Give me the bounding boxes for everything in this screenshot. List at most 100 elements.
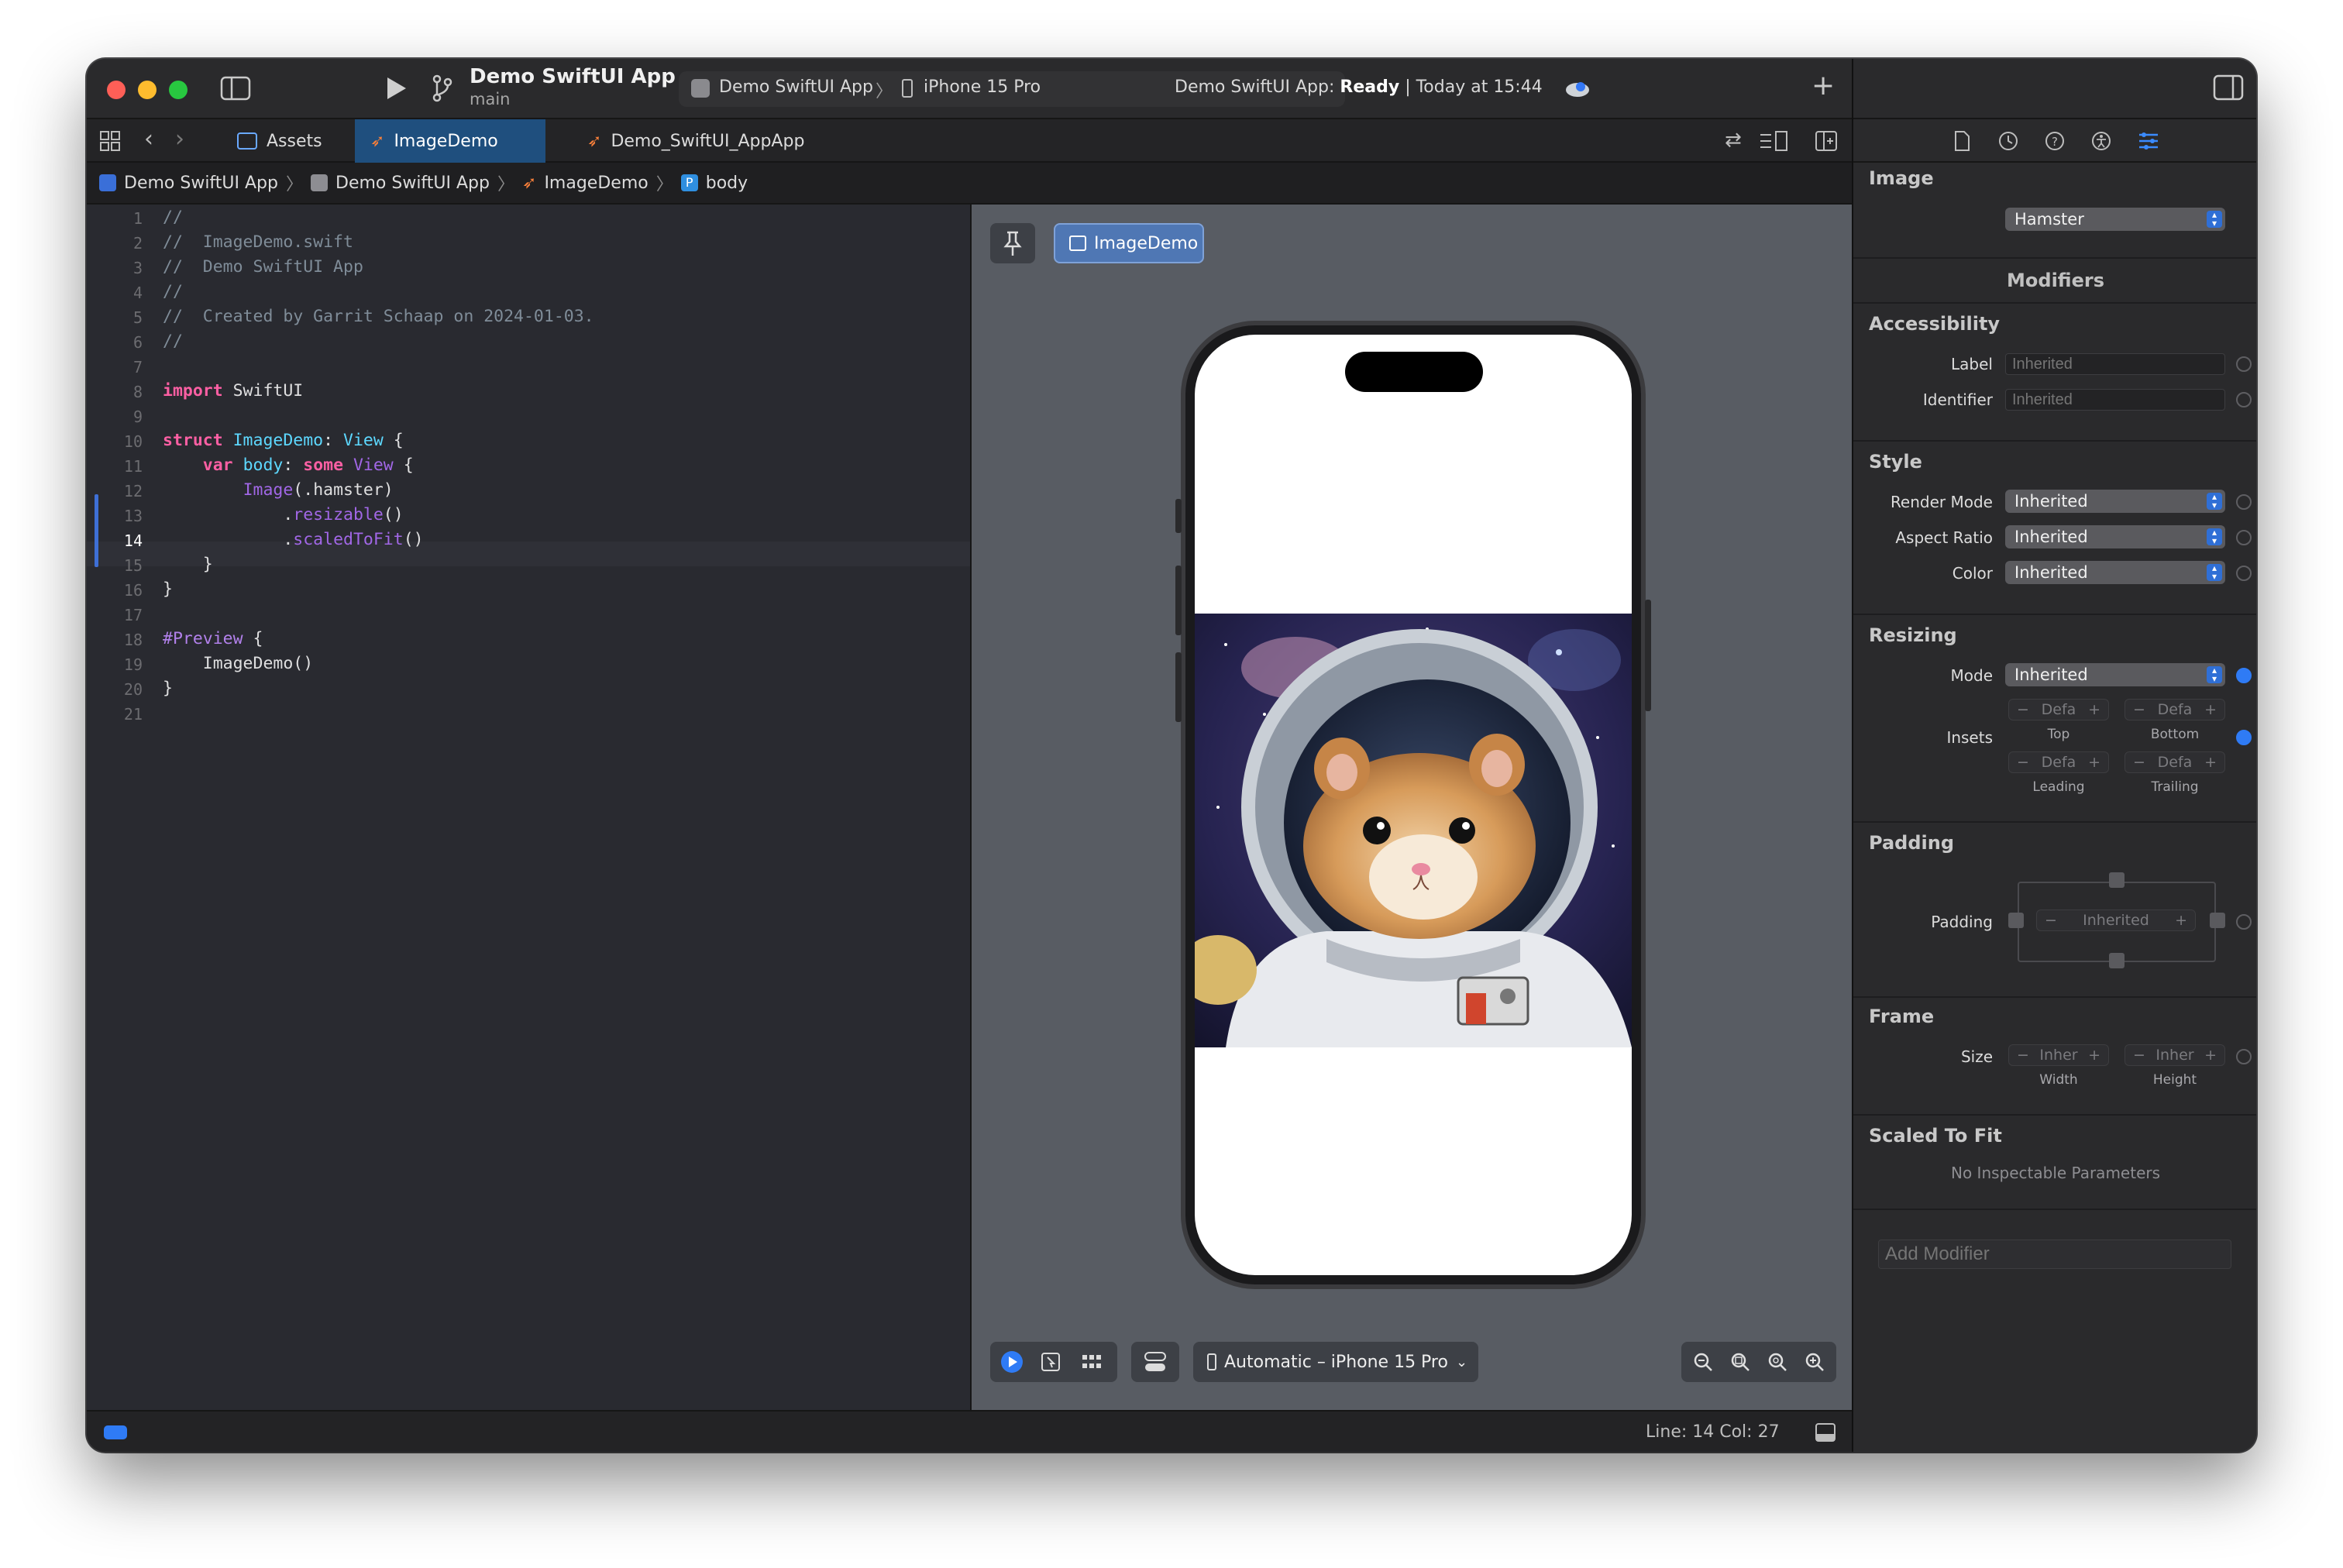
tab-appapp[interactable]: ➶ Demo_SwiftUI_AppApp <box>572 119 820 163</box>
tab-imagedemo-label: ImageDemo <box>394 131 498 151</box>
padding-stepper[interactable]: − Inherited + <box>2036 910 2196 931</box>
reset-padding-dot[interactable] <box>2236 914 2252 930</box>
inset-bottom-stepper[interactable]: − Defa + <box>2125 699 2225 720</box>
breadcrumb-project[interactable]: Demo SwiftUI App <box>124 174 278 193</box>
accessibility-identifier-field[interactable] <box>2005 389 2225 411</box>
padding-leading-toggle[interactable] <box>2008 913 2024 928</box>
accessibility-inspector-icon[interactable] <box>2090 130 2112 152</box>
device-settings-button[interactable] <box>1131 1342 1179 1382</box>
add-modifier-field[interactable] <box>1878 1240 2231 1269</box>
inset-bottom-caption: Bottom <box>2150 727 2200 742</box>
zoom-actual-size-icon[interactable] <box>1767 1351 1788 1373</box>
inset-leading-caption: Leading <box>2032 779 2085 795</box>
back-icon[interactable]: ‹ <box>144 126 153 153</box>
pin-preview-button[interactable] <box>990 223 1035 263</box>
code-line-14: .scaledToFit() <box>283 530 424 549</box>
code-line-11: var body: some View { <box>202 456 414 475</box>
zoom-to-fit-icon[interactable] <box>1729 1351 1751 1373</box>
size-label: Size <box>1960 1047 1993 1066</box>
height-caption: Height <box>2152 1072 2197 1088</box>
line-number: 13 <box>123 507 143 525</box>
inset-top-stepper[interactable]: − Defa + <box>2008 699 2109 720</box>
aspect-ratio-popup[interactable]: Inherited ▴ ▾ <box>2005 525 2225 548</box>
reset-aspect-dot[interactable] <box>2236 530 2252 545</box>
width-caption: Width <box>2039 1072 2078 1088</box>
grid-icon[interactable] <box>99 130 121 152</box>
frame-width-stepper[interactable]: − Inher + <box>2008 1044 2109 1066</box>
tab-assets[interactable]: Assets <box>222 119 338 163</box>
reset-frame-dot[interactable] <box>2236 1049 2252 1064</box>
padding-trailing-toggle[interactable] <box>2210 913 2225 928</box>
run-icon[interactable] <box>381 74 409 102</box>
attributes-inspector: ? Image Hamster ▴ ▾ Modifiers Accessibili… <box>1852 59 2256 1452</box>
reset-identifier-dot[interactable] <box>2236 392 2252 407</box>
selectable-mode-icon[interactable] <box>1040 1351 1061 1373</box>
status-bar: Line: 14 Col: 27 <box>87 1410 1852 1452</box>
breadcrumb-file[interactable]: ImageDemo <box>544 174 648 193</box>
zoom-in-icon[interactable] <box>1804 1351 1825 1373</box>
attributes-inspector-icon[interactable] <box>2137 130 2160 152</box>
close-window-button[interactable] <box>107 81 126 99</box>
build-status: Demo SwiftUI App: Ready | Today at 15:44 <box>1175 77 1543 97</box>
padding-top-toggle[interactable] <box>2109 872 2125 888</box>
padding-label: Padding <box>1931 913 1993 931</box>
zoom-out-icon[interactable] <box>1692 1351 1714 1373</box>
code-line-10: struct ImageDemo: View { <box>163 431 404 450</box>
scheme-selector[interactable]: Demo SwiftUI App <box>719 77 873 97</box>
filter-toggle-icon[interactable] <box>104 1425 127 1439</box>
reset-color-dot[interactable] <box>2236 566 2252 581</box>
render-mode-popup[interactable]: Inherited ▴ ▾ <box>2005 490 2225 513</box>
reset-render-dot[interactable] <box>2236 494 2252 510</box>
resize-mode-popup[interactable]: Inherited ▴ ▾ <box>2005 663 2225 686</box>
minimize-window-button[interactable] <box>138 81 157 99</box>
zoom-window-button[interactable] <box>169 81 188 99</box>
tab-imagedemo[interactable]: ➶ ImageDemo <box>355 119 545 163</box>
breadcrumb-group[interactable]: Demo SwiftUI App <box>335 174 490 193</box>
variants-icon[interactable] <box>1080 1351 1103 1373</box>
popup-arrows-icon: ▴ ▾ <box>2207 210 2222 228</box>
line-number: 16 <box>123 581 143 600</box>
inset-leading-stepper[interactable]: − Defa + <box>2008 751 2109 773</box>
line-number: 21 <box>123 705 143 724</box>
related-items-icon[interactable]: ⇄ <box>1725 129 1742 152</box>
padding-title: Padding <box>1869 832 1954 854</box>
device-menu[interactable]: Automatic – iPhone 15 Pro ⌄ <box>1193 1342 1478 1382</box>
help-inspector-icon[interactable]: ? <box>2044 130 2066 152</box>
color-value: Inherited <box>2014 563 2088 582</box>
line-number: 11 <box>123 457 143 476</box>
accessibility-label-field[interactable] <box>2005 353 2225 375</box>
insets-set-dot[interactable] <box>2236 730 2252 745</box>
cloud-status-icon[interactable] <box>1564 77 1591 99</box>
project-name[interactable]: Demo SwiftUI App <box>470 65 676 88</box>
code-line-16: } <box>163 579 173 599</box>
destination-selector[interactable]: iPhone 15 Pro <box>924 77 1041 97</box>
preview-canvas: ImageDemo Automatic – iPhone 15 Pro ⌄ <box>970 205 1852 1410</box>
inset-trailing-stepper[interactable]: − Defa + <box>2125 751 2225 773</box>
live-preview-icon[interactable] <box>1001 1351 1023 1373</box>
padding-bottom-toggle[interactable] <box>2109 953 2125 968</box>
image-name-popup[interactable]: Hamster ▴ ▾ <box>2005 208 2225 231</box>
inspector-toggle-icon[interactable] <box>2213 74 2244 101</box>
line-number: 10 <box>123 432 143 451</box>
file-inspector-icon[interactable] <box>1952 130 1971 152</box>
color-popup[interactable]: Inherited ▴ ▾ <box>2005 561 2225 584</box>
preview-chip[interactable]: ImageDemo <box>1054 223 1204 263</box>
breadcrumb-symbol[interactable]: body <box>706 174 748 193</box>
debug-area-toggle-icon[interactable] <box>1815 1422 1836 1442</box>
title-bar: Demo SwiftUI App main Demo SwiftUI App 〉… <box>87 59 1852 119</box>
forward-icon[interactable]: › <box>175 126 184 153</box>
popup-arrows-icon: ▴ ▾ <box>2207 528 2222 545</box>
popup-arrows-icon: ▴ ▾ <box>2207 563 2222 581</box>
navigator-toggle-icon[interactable] <box>220 76 251 101</box>
reset-label-dot[interactable] <box>2236 356 2252 372</box>
code-line-19: ImageDemo() <box>202 654 314 673</box>
split-editor-icon[interactable] <box>1815 130 1838 152</box>
editor-options-icon[interactable] <box>1759 130 1790 152</box>
history-inspector-icon[interactable] <box>1997 130 2019 152</box>
add-icon[interactable]: + <box>1811 70 1835 101</box>
line-number: 1 <box>132 209 143 228</box>
code-line-20: } <box>163 679 173 698</box>
resize-mode-set-dot[interactable] <box>2236 668 2252 683</box>
frame-height-stepper[interactable]: − Inher + <box>2125 1044 2225 1066</box>
source-editor[interactable]: 1 2 3 4 5 6 7 8 9 10 11 12 13 14 15 16 17 18 19 20 21 // // … <box>87 205 970 1410</box>
